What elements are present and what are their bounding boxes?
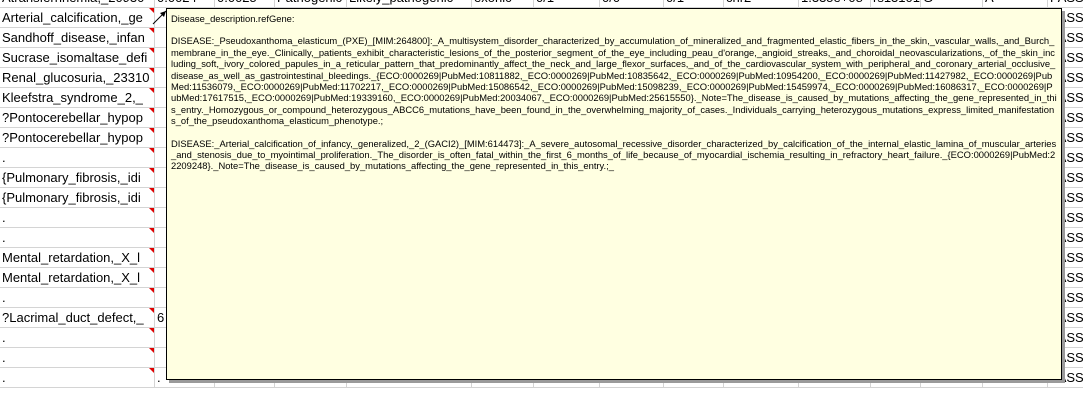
table-cell[interactable]: G [921, 0, 983, 8]
table-cell[interactable]: . [0, 148, 155, 168]
table-cell[interactable]: . [0, 208, 155, 228]
comment-indicator-icon [149, 288, 154, 293]
table-cell[interactable]: {Pulmonary_fibrosis,_idi [0, 168, 155, 188]
table-cell[interactable]: 0.0025 [215, 0, 275, 8]
comment-indicator-icon [149, 188, 154, 193]
table-cell[interactable]: 0/1 [664, 0, 724, 8]
table-cell[interactable]: Kleefstra_syndrome_2,_ [0, 88, 155, 108]
comment-disease-1: DISEASE:_Pseudoxanthoma_elasticum_(PXE)_… [171, 35, 1057, 127]
comment-indicator-icon [149, 48, 154, 53]
table-cell[interactable]: . [0, 288, 155, 308]
comment-indicator-icon [149, 368, 154, 373]
comment-indicator-icon [149, 268, 154, 273]
table-cell[interactable]: Sucrase_isomaltase_defi [0, 48, 155, 68]
comment-indicator-icon [149, 228, 154, 233]
comment-indicator-icon [149, 68, 154, 73]
table-cell[interactable]: Pathogenic [275, 0, 347, 8]
comment-indicator-icon [149, 128, 154, 133]
table-cell[interactable]: Arterial_calcification,_ge [0, 8, 155, 28]
comment-indicator-icon [149, 208, 154, 213]
comment-header: Disease_description.refGene: [171, 13, 295, 24]
table-cell[interactable]: . [0, 348, 155, 368]
table-cell[interactable]: 0/1 [534, 0, 600, 8]
comment-indicator-icon [149, 108, 154, 113]
table-cell[interactable]: . [0, 328, 155, 348]
comment-disease-2: DISEASE:_Arterial_calcification_of_infan… [171, 137, 1057, 172]
comment-indicator-icon [149, 348, 154, 353]
table-cell[interactable]: exonic [472, 0, 534, 8]
table-cell[interactable]: A [983, 0, 1048, 8]
table-cell[interactable]: ?Lacrimal_duct_defect,_ [0, 308, 155, 328]
table-cell[interactable]: Sandhoff_disease,_infan [0, 28, 155, 48]
table-cell[interactable]: {Pulmonary_fibrosis,_idi [0, 188, 155, 208]
table-cell[interactable]: ?Pontocerebellar_hypop [0, 108, 155, 128]
table-cell[interactable]: Mental_retardation,_X_l [0, 248, 155, 268]
comment-indicator-icon [149, 308, 154, 313]
table-cell[interactable]: chr2 [724, 0, 799, 8]
table-cell[interactable]: Likely_pathogenic [347, 0, 472, 8]
table-cell[interactable]: Atransferrinemia,_20930 [0, 0, 155, 8]
comment-indicator-icon [149, 168, 154, 173]
comment-indicator-icon [149, 248, 154, 253]
table-cell[interactable]: Mental_retardation,_X_l [0, 268, 155, 288]
table-cell[interactable]: 0/0 [600, 0, 664, 8]
comment-indicator-icon [149, 88, 154, 93]
table-cell[interactable]: . [0, 368, 155, 388]
comment-indicator-icon [149, 328, 154, 333]
table-cell[interactable]: Renal_glucosuria,_23310 [0, 68, 155, 88]
table-cell[interactable]: . [0, 228, 155, 248]
comment-indicator-icon [149, 148, 154, 153]
table-cell[interactable]: 1.335e+08 [799, 0, 871, 8]
table-cell[interactable]: PASS [1048, 0, 1083, 8]
cell-comment-popup: Disease_description.refGene: DISEASE:_Ps… [166, 8, 1062, 380]
table-cell[interactable]: ?Pontocerebellar_hypop [0, 128, 155, 148]
table-cell[interactable]: rs1310196 [871, 0, 921, 8]
